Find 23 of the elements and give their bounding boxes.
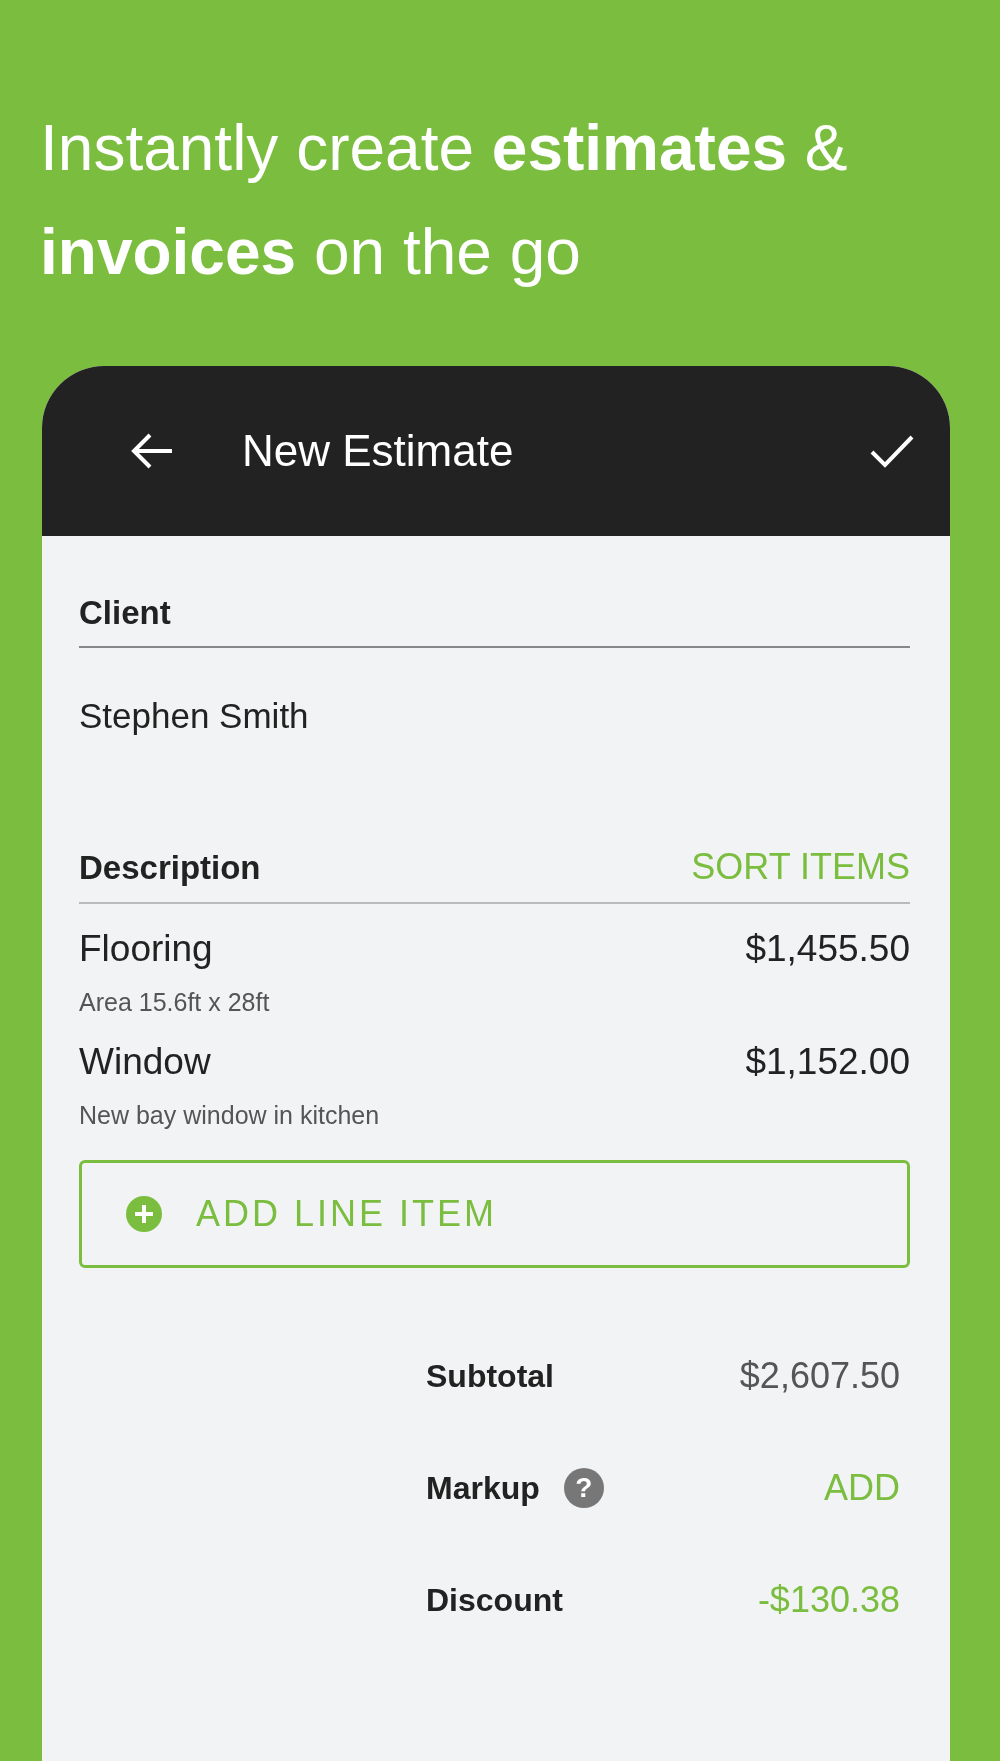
item-name: Flooring bbox=[79, 928, 213, 970]
sort-items-link[interactable]: SORT ITEMS bbox=[691, 846, 910, 888]
item-amount: $1,152.00 bbox=[745, 1041, 910, 1083]
section-label: Description bbox=[79, 849, 261, 887]
headline: Instantly create estimates & invoices on the go bbox=[40, 111, 849, 290]
client-name[interactable]: Stephen Smith bbox=[79, 696, 910, 846]
back-arrow-icon[interactable] bbox=[130, 431, 174, 471]
total-label: Markup bbox=[426, 1469, 540, 1507]
check-icon[interactable] bbox=[870, 434, 914, 468]
help-icon[interactable]: ? bbox=[563, 1468, 604, 1508]
plus-icon bbox=[126, 1196, 162, 1232]
screen-title: New Estimate bbox=[242, 426, 515, 476]
add-line-item-button[interactable]: ADD LINE ITEM bbox=[79, 1160, 910, 1268]
section-label: Client bbox=[79, 594, 171, 632]
item-amount: $1,455.50 bbox=[745, 928, 910, 970]
total-label: Discount bbox=[426, 1581, 563, 1619]
item-name: Window bbox=[79, 1041, 211, 1083]
add-link[interactable]: ADD bbox=[824, 1467, 900, 1509]
item-detail: Area 15.6ft x 28ft bbox=[79, 988, 271, 1017]
total-label: Subtotal bbox=[426, 1357, 554, 1395]
item-detail: New bay window in kitchen bbox=[79, 1101, 381, 1130]
total-value: -$130.38 bbox=[757, 1579, 900, 1621]
total-value: $2,607.50 bbox=[739, 1355, 900, 1397]
